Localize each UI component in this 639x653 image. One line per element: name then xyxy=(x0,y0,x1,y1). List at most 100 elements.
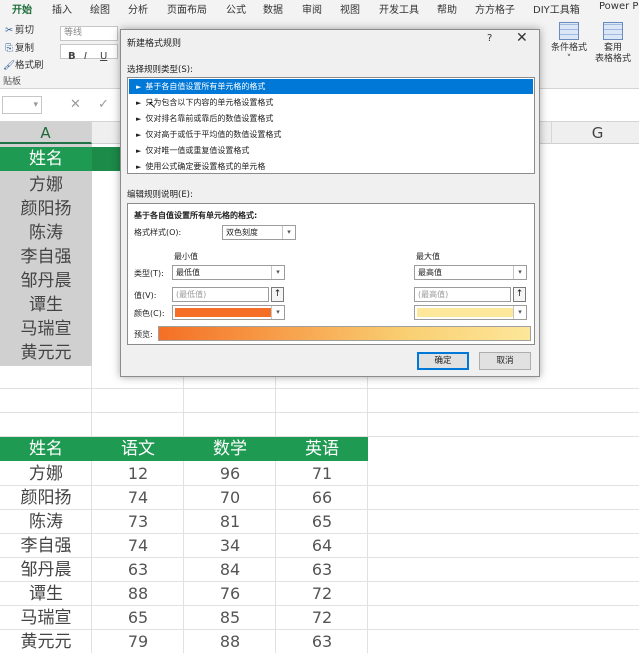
score-cell[interactable]: 63 xyxy=(92,558,184,582)
tab-draw[interactable]: 绘图 xyxy=(90,1,110,16)
lower-name-cell[interactable]: 陈涛 xyxy=(0,510,92,534)
chevron-down-icon: ▾ xyxy=(282,226,295,239)
upper-name-cell[interactable]: 陈涛 xyxy=(0,221,92,245)
score-cell[interactable]: 88 xyxy=(92,582,184,606)
score-cell[interactable]: 81 xyxy=(184,510,276,534)
rule-type-item[interactable]: ► 基于各自值设置所有单元格的格式 xyxy=(129,79,533,94)
score-cell[interactable]: 72 xyxy=(276,606,368,630)
tab-formulas[interactable]: 公式 xyxy=(226,1,246,16)
score-cell[interactable]: 84 xyxy=(184,558,276,582)
lower-name-cell[interactable]: 方娜 xyxy=(0,462,92,486)
tab-home[interactable]: 开始 xyxy=(12,1,32,18)
tab-view[interactable]: 视图 xyxy=(340,1,360,16)
tab-diy-toolbox[interactable]: DIY工具箱 xyxy=(533,1,580,16)
ok-button[interactable]: 确定 xyxy=(417,352,469,370)
tab-page-layout[interactable]: 页面布局 xyxy=(167,1,207,16)
max-range-picker-icon[interactable]: ↑ xyxy=(513,287,526,302)
upper-name-cell[interactable]: 李自强 xyxy=(0,245,92,269)
score-cell[interactable]: 79 xyxy=(92,630,184,653)
formula-cancel-button[interactable]: ✕ xyxy=(70,97,81,112)
font-name-box[interactable]: 等线 xyxy=(60,26,118,41)
score-cell[interactable]: 34 xyxy=(184,534,276,558)
format-as-table-button[interactable]: 套用 表格格式 xyxy=(590,22,636,65)
triangle-right-icon: ► xyxy=(136,163,142,171)
column-header-a[interactable]: A xyxy=(0,122,92,144)
score-cell[interactable]: 64 xyxy=(276,534,368,558)
tab-insert[interactable]: 插入 xyxy=(52,1,72,16)
copy-icon: ⎘ xyxy=(5,43,13,54)
tab-fangfang[interactable]: 方方格子 xyxy=(475,1,515,16)
score-cell[interactable]: 63 xyxy=(276,630,368,653)
close-button[interactable]: ✕ xyxy=(516,30,528,46)
lower-header-english[interactable]: 英语 xyxy=(276,437,368,461)
score-cell[interactable]: 74 xyxy=(92,534,184,558)
cancel-button[interactable]: 取消 xyxy=(479,352,531,370)
rule-type-item[interactable]: ► 仅对高于或低于平均值的数值设置格式 xyxy=(129,127,533,142)
score-cell[interactable]: 63 xyxy=(276,558,368,582)
score-cell[interactable]: 72 xyxy=(276,582,368,606)
format-painter-button[interactable]: 🖌格式刷 xyxy=(3,57,44,71)
tab-power-pivot[interactable]: Power Pi xyxy=(599,1,639,12)
format-style-select[interactable]: 双色刻度 ▾ xyxy=(222,225,296,240)
min-color-select[interactable]: ▾ xyxy=(172,305,285,320)
min-range-picker-icon[interactable]: ↑ xyxy=(271,287,284,302)
score-cell[interactable]: 12 xyxy=(92,462,184,486)
lower-name-cell[interactable]: 李自强 xyxy=(0,534,92,558)
lower-header-chinese[interactable]: 语文 xyxy=(92,437,184,461)
rule-type-item[interactable]: ► 仅对排名靠前或靠后的数值设置格式 xyxy=(129,111,533,126)
column-header-g[interactable]: G xyxy=(552,122,639,144)
max-heading: 最大值 xyxy=(416,252,440,261)
italic-button[interactable]: I xyxy=(84,51,87,62)
tab-analyze[interactable]: 分析 xyxy=(128,1,148,16)
upper-name-cell[interactable]: 邹丹晨 xyxy=(0,269,92,293)
lower-name-cell[interactable]: 邹丹晨 xyxy=(0,558,92,582)
upper-header-name[interactable]: 姓名 xyxy=(0,147,92,171)
conditional-format-button[interactable]: 条件格式 ˅ xyxy=(546,22,592,65)
tab-help[interactable]: 帮助 xyxy=(437,1,457,16)
formula-enter-button[interactable]: ✓ xyxy=(98,97,109,112)
rule-type-item[interactable]: ► 只为包含以下内容的单元格设置格式 xyxy=(129,95,533,110)
lower-name-cell[interactable]: 马瑞宣 xyxy=(0,606,92,630)
lower-name-cell[interactable]: 颜阳扬 xyxy=(0,486,92,510)
edit-rule-desc-label: 编辑规则说明(E): xyxy=(127,190,193,200)
bold-button[interactable]: B xyxy=(68,51,76,62)
rule-type-item[interactable]: ► 仅对唯一值或重复值设置格式 xyxy=(129,143,533,158)
score-cell[interactable]: 74 xyxy=(92,486,184,510)
underline-button[interactable]: U xyxy=(100,51,107,62)
desc-heading: 基于各自值设置所有单元格的格式: xyxy=(134,211,258,220)
score-cell[interactable]: 96 xyxy=(184,462,276,486)
score-cell[interactable]: 66 xyxy=(276,486,368,510)
min-value-input[interactable]: (最低值) xyxy=(172,287,269,302)
tab-review[interactable]: 审阅 xyxy=(302,1,322,16)
max-value-input[interactable]: (最高值) xyxy=(414,287,511,302)
max-type-select[interactable]: 最高值 ▾ xyxy=(414,265,527,280)
rule-type-item[interactable]: ► 使用公式确定要设置格式的单元格 xyxy=(129,159,533,174)
help-button[interactable]: ? xyxy=(487,33,492,44)
upper-name-cell[interactable]: 颜阳扬 xyxy=(0,197,92,221)
score-cell[interactable]: 88 xyxy=(184,630,276,653)
lower-header-name[interactable]: 姓名 xyxy=(0,437,92,461)
score-cell[interactable]: 71 xyxy=(276,462,368,486)
score-cell[interactable]: 70 xyxy=(184,486,276,510)
score-cell[interactable]: 76 xyxy=(184,582,276,606)
cut-button[interactable]: ✂ 剪切 xyxy=(3,22,34,36)
upper-name-cell[interactable]: 谭生 xyxy=(0,293,92,317)
name-box[interactable]: ▾ xyxy=(2,96,42,114)
lower-name-cell[interactable]: 谭生 xyxy=(0,582,92,606)
score-cell[interactable]: 65 xyxy=(276,510,368,534)
min-type-select[interactable]: 最低值 ▾ xyxy=(172,265,285,280)
score-cell[interactable]: 65 xyxy=(92,606,184,630)
triangle-right-icon: ► xyxy=(136,99,142,107)
tab-developer[interactable]: 开发工具 xyxy=(379,1,419,16)
score-cell[interactable]: 85 xyxy=(184,606,276,630)
lower-header-math[interactable]: 数学 xyxy=(184,437,276,461)
upper-name-cell[interactable]: 黄元元 xyxy=(0,341,92,365)
tab-data[interactable]: 数据 xyxy=(263,1,283,16)
score-cell[interactable]: 73 xyxy=(92,510,184,534)
chevron-down-icon: ▾ xyxy=(271,306,284,319)
upper-name-cell[interactable]: 方娜 xyxy=(0,173,92,197)
upper-name-cell[interactable]: 马瑞宣 xyxy=(0,317,92,341)
lower-name-cell[interactable]: 黄元元 xyxy=(0,630,92,653)
max-color-select[interactable]: ▾ xyxy=(414,305,527,320)
copy-button[interactable]: ⎘ 复制 xyxy=(3,40,34,54)
